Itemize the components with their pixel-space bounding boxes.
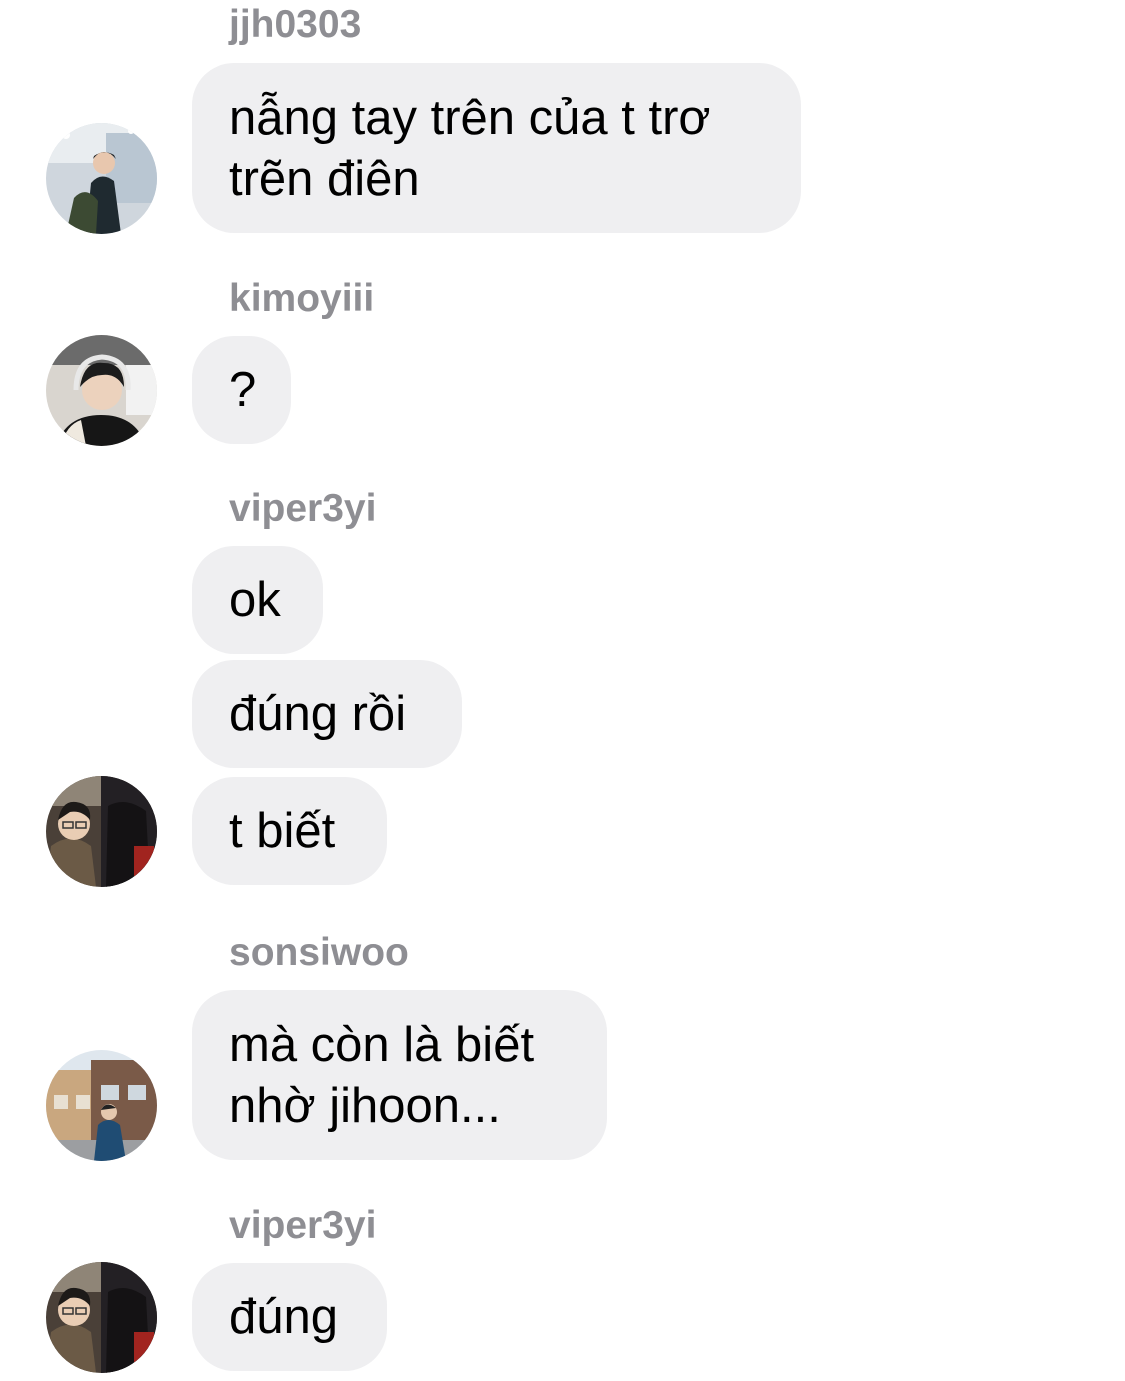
sender-name: sonsiwoo (229, 931, 409, 974)
message-bubble[interactable]: mà còn là biết nhờ jihoon... (192, 990, 607, 1160)
avatar-viper3yi[interactable] (46, 776, 157, 887)
avatar-photo-icon (46, 776, 157, 887)
sender-name: viper3yi (229, 1204, 377, 1247)
message-bubble[interactable]: nẫng tay trên của t trơ trẽn điên (192, 63, 801, 233)
avatar-photo-icon (46, 335, 157, 446)
avatar-jjh0303[interactable] (46, 123, 157, 234)
avatar-kimoyiii[interactable] (46, 335, 157, 446)
avatar-photo-icon (46, 1050, 157, 1161)
message-bubble[interactable]: ok (192, 546, 323, 654)
sender-name: kimoyiii (229, 277, 375, 320)
avatar-sonsiwoo[interactable] (46, 1050, 157, 1161)
sender-name: viper3yi (229, 487, 377, 530)
sender-name: jjh0303 (229, 3, 362, 46)
avatar-photo-icon (46, 1262, 157, 1373)
avatar-photo-icon (46, 123, 157, 234)
message-bubble[interactable]: t biết (192, 777, 387, 885)
message-bubble[interactable]: đúng rồi (192, 660, 462, 768)
message-bubble[interactable]: đúng (192, 1263, 387, 1371)
message-bubble[interactable]: ? (192, 336, 291, 444)
avatar-viper3yi[interactable] (46, 1262, 157, 1373)
